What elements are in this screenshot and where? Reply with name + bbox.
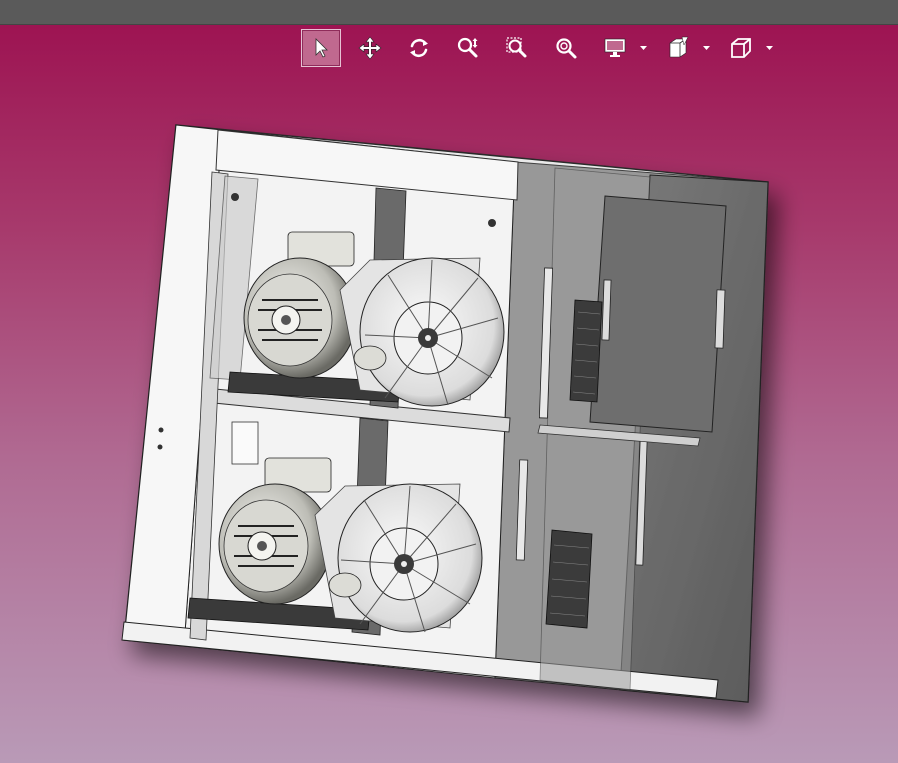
view-orientation-tool-button[interactable] bbox=[721, 29, 761, 67]
chevron-down-icon bbox=[639, 46, 647, 50]
move-arrows-icon bbox=[358, 36, 382, 60]
zoom-window-tool-button[interactable] bbox=[497, 29, 537, 67]
rotate-icon bbox=[410, 38, 428, 58]
display-mode-tool-button[interactable] bbox=[595, 29, 635, 67]
zoom-fit-icon bbox=[556, 38, 577, 59]
chevron-down-icon bbox=[765, 46, 773, 50]
zoom-tool-button[interactable] bbox=[448, 29, 488, 67]
cabinet-model-render[interactable] bbox=[0, 70, 898, 763]
section-view-dropdown[interactable] bbox=[701, 29, 711, 67]
chevron-down-icon bbox=[702, 46, 710, 50]
rotate-tool-button[interactable] bbox=[399, 29, 439, 67]
zoom-fit-tool-button[interactable] bbox=[546, 29, 586, 67]
display-mode-dropdown[interactable] bbox=[638, 29, 648, 67]
3d-model-viewport[interactable] bbox=[0, 70, 898, 763]
section-view-tool-button[interactable] bbox=[658, 29, 698, 67]
view-orientation-dropdown[interactable] bbox=[764, 29, 774, 67]
pan-tool-button[interactable] bbox=[350, 29, 390, 67]
monitor-icon bbox=[604, 38, 626, 57]
select-tool-button[interactable] bbox=[301, 29, 341, 67]
cube-icon bbox=[731, 38, 751, 58]
top-title-bar bbox=[0, 0, 898, 25]
cursor-arrow-icon bbox=[315, 38, 328, 58]
zoom-icon bbox=[457, 37, 478, 58]
zoom-window-icon bbox=[506, 37, 527, 58]
section-box-icon bbox=[669, 36, 689, 58]
view-toolbar bbox=[301, 28, 784, 68]
